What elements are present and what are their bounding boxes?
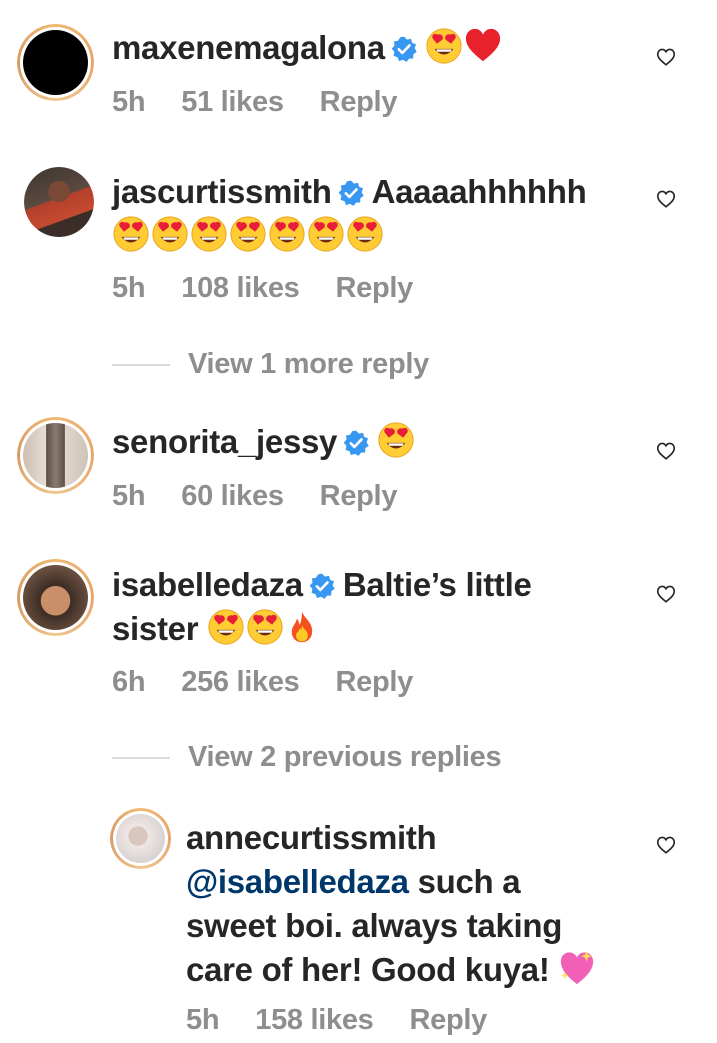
avatar[interactable]: [17, 24, 94, 101]
like-heart-icon[interactable]: [655, 834, 677, 856]
timestamp: 5h: [112, 480, 146, 512]
heart-eyes-emoji-icon: [346, 215, 384, 253]
comment-meta: 5h 108 likes Reply: [112, 270, 449, 306]
reply-button[interactable]: Reply: [320, 480, 398, 512]
likes-count[interactable]: 158 likes: [255, 1004, 374, 1036]
like-heart-icon[interactable]: [655, 583, 677, 605]
reply-meta: 5h 158 likes Reply: [186, 1002, 523, 1038]
mention-link[interactable]: @isabelledaza: [186, 863, 409, 900]
view-more-label: View 2 previous replies: [188, 741, 502, 773]
comment-meta: 5h 60 likes Reply: [112, 478, 433, 514]
comment-meta: 5h 51 likes Reply: [112, 84, 433, 120]
reply-body-line-1: such a: [408, 863, 521, 900]
likes-count[interactable]: 51 likes: [181, 86, 284, 118]
comment-meta: 6h 256 likes Reply: [112, 664, 449, 700]
heart-eyes-emoji-icon: [229, 215, 267, 253]
comment-body-line-1: Baltie’s little: [342, 566, 532, 603]
username[interactable]: maxenemagalona: [112, 29, 385, 66]
comment-text: maxenemagalona: [112, 26, 503, 70]
timestamp: 6h: [112, 666, 146, 698]
heart-eyes-emoji-icon: [425, 27, 463, 65]
comment-text: jascurtissmith Aaaaahhhhhh: [112, 170, 587, 258]
comment-body: Aaaaahhhhhh: [371, 173, 587, 210]
avatar[interactable]: [17, 559, 94, 636]
view-previous-replies[interactable]: View 2 previous replies: [112, 739, 502, 775]
heart-eyes-emoji-icon: [151, 215, 189, 253]
timestamp: 5h: [112, 272, 146, 304]
avatar[interactable]: [24, 167, 94, 237]
verified-badge-icon: [338, 180, 364, 206]
timestamp: 5h: [112, 86, 146, 118]
likes-count[interactable]: 256 likes: [181, 666, 300, 698]
heart-eyes-emoji-icon: [246, 608, 284, 646]
username[interactable]: annecurtissmith: [186, 819, 437, 856]
reply-text: annecurtissmith @isabelledaza such a swe…: [186, 816, 597, 992]
red-heart-emoji-icon: [464, 27, 502, 65]
reply-button[interactable]: Reply: [336, 272, 414, 304]
username[interactable]: isabelledaza: [112, 566, 303, 603]
heart-eyes-emoji-icon: [207, 608, 245, 646]
heart-eyes-emoji-icon: [377, 421, 415, 459]
verified-badge-icon: [309, 573, 335, 599]
reply-button[interactable]: Reply: [336, 666, 414, 698]
heart-eyes-emoji-icon: [190, 215, 228, 253]
avatar[interactable]: [110, 808, 171, 869]
view-more-label: View 1 more reply: [188, 348, 429, 380]
reply-button[interactable]: Reply: [320, 86, 398, 118]
username[interactable]: jascurtissmith: [112, 173, 332, 210]
reply-button[interactable]: Reply: [410, 1004, 488, 1036]
view-more-replies[interactable]: View 1 more reply: [112, 346, 429, 382]
comment-text: isabelledaza Baltie’s little sister: [112, 563, 532, 651]
avatar[interactable]: [17, 417, 94, 494]
like-heart-icon[interactable]: [655, 440, 677, 462]
sparkling-heart-emoji-icon: [558, 949, 596, 987]
heart-eyes-emoji-icon: [112, 215, 150, 253]
reply-body-line-3: care of her! Good kuya!: [186, 951, 550, 988]
like-heart-icon[interactable]: [655, 46, 677, 68]
likes-count[interactable]: 60 likes: [181, 480, 284, 512]
divider-line: [112, 364, 170, 367]
fire-emoji-icon: [285, 608, 319, 646]
heart-eyes-emoji-icon: [307, 215, 345, 253]
comment-body-line-2: sister: [112, 610, 199, 647]
heart-eyes-emoji-icon: [268, 215, 306, 253]
verified-badge-icon: [391, 36, 417, 62]
divider-line: [112, 757, 170, 760]
like-heart-icon[interactable]: [655, 188, 677, 210]
timestamp: 5h: [186, 1004, 220, 1036]
verified-badge-icon: [343, 430, 369, 456]
comment-text: senorita_jessy: [112, 420, 416, 464]
reply-body-line-2: sweet boi. always taking: [186, 907, 563, 944]
likes-count[interactable]: 108 likes: [181, 272, 300, 304]
username[interactable]: senorita_jessy: [112, 423, 337, 460]
